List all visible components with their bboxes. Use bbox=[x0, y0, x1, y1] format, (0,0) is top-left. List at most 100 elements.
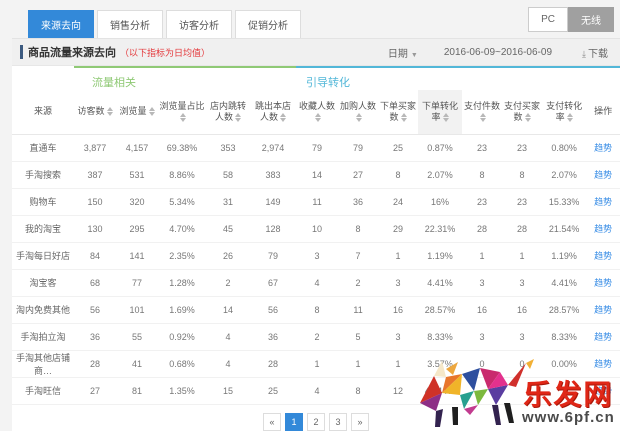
column-header-pageviews[interactable]: 浏览量 bbox=[116, 90, 158, 134]
trend-link[interactable]: 趋势 bbox=[594, 170, 612, 180]
table-row: 手淘每日好店841412.35%26793711.19%111.19%趋势 bbox=[12, 242, 620, 269]
cell-bounce: 56 bbox=[250, 296, 296, 323]
cell-bounce: 28 bbox=[250, 350, 296, 377]
cell-paid-items: 0 bbox=[462, 350, 502, 377]
cell-source: 直通车 bbox=[12, 134, 74, 161]
cell-order-buyers: 16 bbox=[378, 296, 418, 323]
cell-visitors: 84 bbox=[74, 242, 116, 269]
date-range-value[interactable]: 2016-06-09~2016-06-09 bbox=[444, 47, 552, 58]
cell-bounce: 2,974 bbox=[250, 134, 296, 161]
cell-pageviews: 141 bbox=[116, 242, 158, 269]
report-header: 商品流量来源去向 （以下指标为日均值） 日期▼ 2016-06-09~2016-… bbox=[12, 38, 620, 66]
cell-order-buyers: 8 bbox=[378, 161, 418, 188]
column-label: 操作 bbox=[594, 106, 612, 116]
column-header-visitors[interactable]: 访客数 bbox=[74, 90, 116, 134]
table-row: 手淘其他店铺商…28410.68%4281113.57%000.00%趋势 bbox=[12, 350, 620, 377]
cell-paid-items: 3 bbox=[462, 323, 502, 350]
trend-link[interactable]: 趋势 bbox=[594, 386, 612, 396]
column-header-source: 来源 bbox=[12, 90, 74, 134]
cell-pv-ratio: 2.35% bbox=[158, 242, 206, 269]
sort-icon[interactable] bbox=[180, 113, 186, 122]
cell-favorites: 2 bbox=[296, 323, 338, 350]
column-header-paid-items[interactable]: 支付件数 bbox=[462, 90, 502, 134]
sort-icon[interactable] bbox=[235, 113, 241, 122]
cell-paid-rate: 8.33% bbox=[542, 323, 586, 350]
date-dropdown[interactable]: 日期▼ bbox=[388, 45, 418, 60]
cell-bounce: 36 bbox=[250, 323, 296, 350]
sort-icon[interactable] bbox=[480, 113, 486, 122]
trend-link[interactable]: 趋势 bbox=[594, 332, 612, 342]
trend-link[interactable]: 趋势 bbox=[594, 359, 612, 369]
trend-link[interactable]: 趋势 bbox=[594, 278, 612, 288]
sort-icon[interactable] bbox=[315, 113, 321, 122]
tab-promotion-analysis[interactable]: 促销分析 bbox=[235, 10, 301, 38]
column-label: 支付买家数 bbox=[504, 101, 540, 122]
column-label: 收藏人数 bbox=[299, 101, 335, 111]
cell-pageviews: 77 bbox=[116, 269, 158, 296]
column-header-bounce[interactable]: 跳出本店人数 bbox=[250, 90, 296, 134]
sort-icon[interactable] bbox=[443, 113, 449, 122]
table-row: 淘宝客68771.28%2674234.41%334.41%趋势 bbox=[12, 269, 620, 296]
sort-icon[interactable] bbox=[356, 113, 362, 122]
column-header-cart-adds[interactable]: 加购人数 bbox=[338, 90, 378, 134]
column-header-order-buyers[interactable]: 下单买家数 bbox=[378, 90, 418, 134]
column-label: 访客数 bbox=[77, 106, 104, 116]
column-header-store-jump[interactable]: 店内跳转人数 bbox=[206, 90, 250, 134]
cell-visitors: 36 bbox=[74, 323, 116, 350]
cell-source: 手淘每日好店 bbox=[12, 242, 74, 269]
cell-cart-adds: 5 bbox=[338, 323, 378, 350]
trend-link[interactable]: 趋势 bbox=[594, 197, 612, 207]
cell-pv-ratio: 0.68% bbox=[158, 350, 206, 377]
trend-link[interactable]: 趋势 bbox=[594, 224, 612, 234]
cell-store-jump: 4 bbox=[206, 350, 250, 377]
pc-toggle-button[interactable]: PC bbox=[528, 7, 568, 32]
sort-icon[interactable] bbox=[401, 113, 407, 122]
column-header-favorites[interactable]: 收藏人数 bbox=[296, 90, 338, 134]
analytics-page: 来源去向 销售分析 访客分析 促销分析 PC 无线 商品流量来源去向 （以下指标… bbox=[12, 0, 620, 428]
sort-icon[interactable] bbox=[280, 113, 286, 122]
cell-pv-ratio: 1.69% bbox=[158, 296, 206, 323]
group-traffic-related: 流量相关 bbox=[74, 67, 296, 90]
cell-paid-rate: 0.00% bbox=[542, 350, 586, 377]
cell-pv-ratio: 0.92% bbox=[158, 323, 206, 350]
cell-cart-adds: 8 bbox=[338, 215, 378, 242]
cell-paid-items: 3 bbox=[462, 269, 502, 296]
cell-paid-items: 28 bbox=[462, 215, 502, 242]
trend-link[interactable]: 趋势 bbox=[594, 305, 612, 315]
column-header-pv-ratio[interactable]: 浏览量占比 bbox=[158, 90, 206, 134]
trend-link[interactable]: 趋势 bbox=[594, 143, 612, 153]
column-header-paid-buyers[interactable]: 支付买家数 bbox=[502, 90, 542, 134]
wireless-toggle-button[interactable]: 无线 bbox=[568, 7, 614, 32]
trend-link[interactable]: 趋势 bbox=[594, 251, 612, 261]
cell-paid-rate: 0.80% bbox=[542, 134, 586, 161]
cell-pageviews: 320 bbox=[116, 188, 158, 215]
tab-source-destination[interactable]: 来源去向 bbox=[28, 10, 94, 38]
cell-source: 手淘其他店铺商… bbox=[12, 350, 74, 377]
download-icon: ⤓ bbox=[582, 49, 586, 59]
sort-icon[interactable] bbox=[525, 113, 531, 122]
cell-bounce: 25 bbox=[250, 377, 296, 404]
cell-pageviews: 295 bbox=[116, 215, 158, 242]
cell-paid-buyers: 16 bbox=[502, 296, 542, 323]
cell-order-rate: 16% bbox=[418, 188, 462, 215]
sort-icon[interactable] bbox=[107, 107, 113, 116]
cell-pv-ratio: 69.38% bbox=[158, 134, 206, 161]
download-button[interactable]: ⤓下载 bbox=[582, 45, 608, 60]
tab-visitor-analysis[interactable]: 访客分析 bbox=[166, 10, 232, 38]
cell-bounce: 79 bbox=[250, 242, 296, 269]
cell-store-jump: 353 bbox=[206, 134, 250, 161]
sort-icon[interactable] bbox=[149, 107, 155, 116]
cell-action: 趋势 bbox=[586, 296, 620, 323]
column-header-paid-rate[interactable]: 支付转化率 bbox=[542, 90, 586, 134]
cell-action: 趋势 bbox=[586, 242, 620, 269]
tab-sales-analysis[interactable]: 销售分析 bbox=[97, 10, 163, 38]
sort-icon[interactable] bbox=[567, 113, 573, 122]
cell-store-jump: 31 bbox=[206, 188, 250, 215]
cell-action: 趋势 bbox=[586, 188, 620, 215]
table-row: 手淘搜索3875318.86%58383142782.07%882.07%趋势 bbox=[12, 161, 620, 188]
column-header-order-rate[interactable]: 下单转化率 bbox=[418, 90, 462, 134]
cell-store-jump: 4 bbox=[206, 323, 250, 350]
cell-paid-items: 23 bbox=[462, 188, 502, 215]
cell-store-jump: 14 bbox=[206, 296, 250, 323]
cell-order-buyers: 12 bbox=[378, 377, 418, 404]
